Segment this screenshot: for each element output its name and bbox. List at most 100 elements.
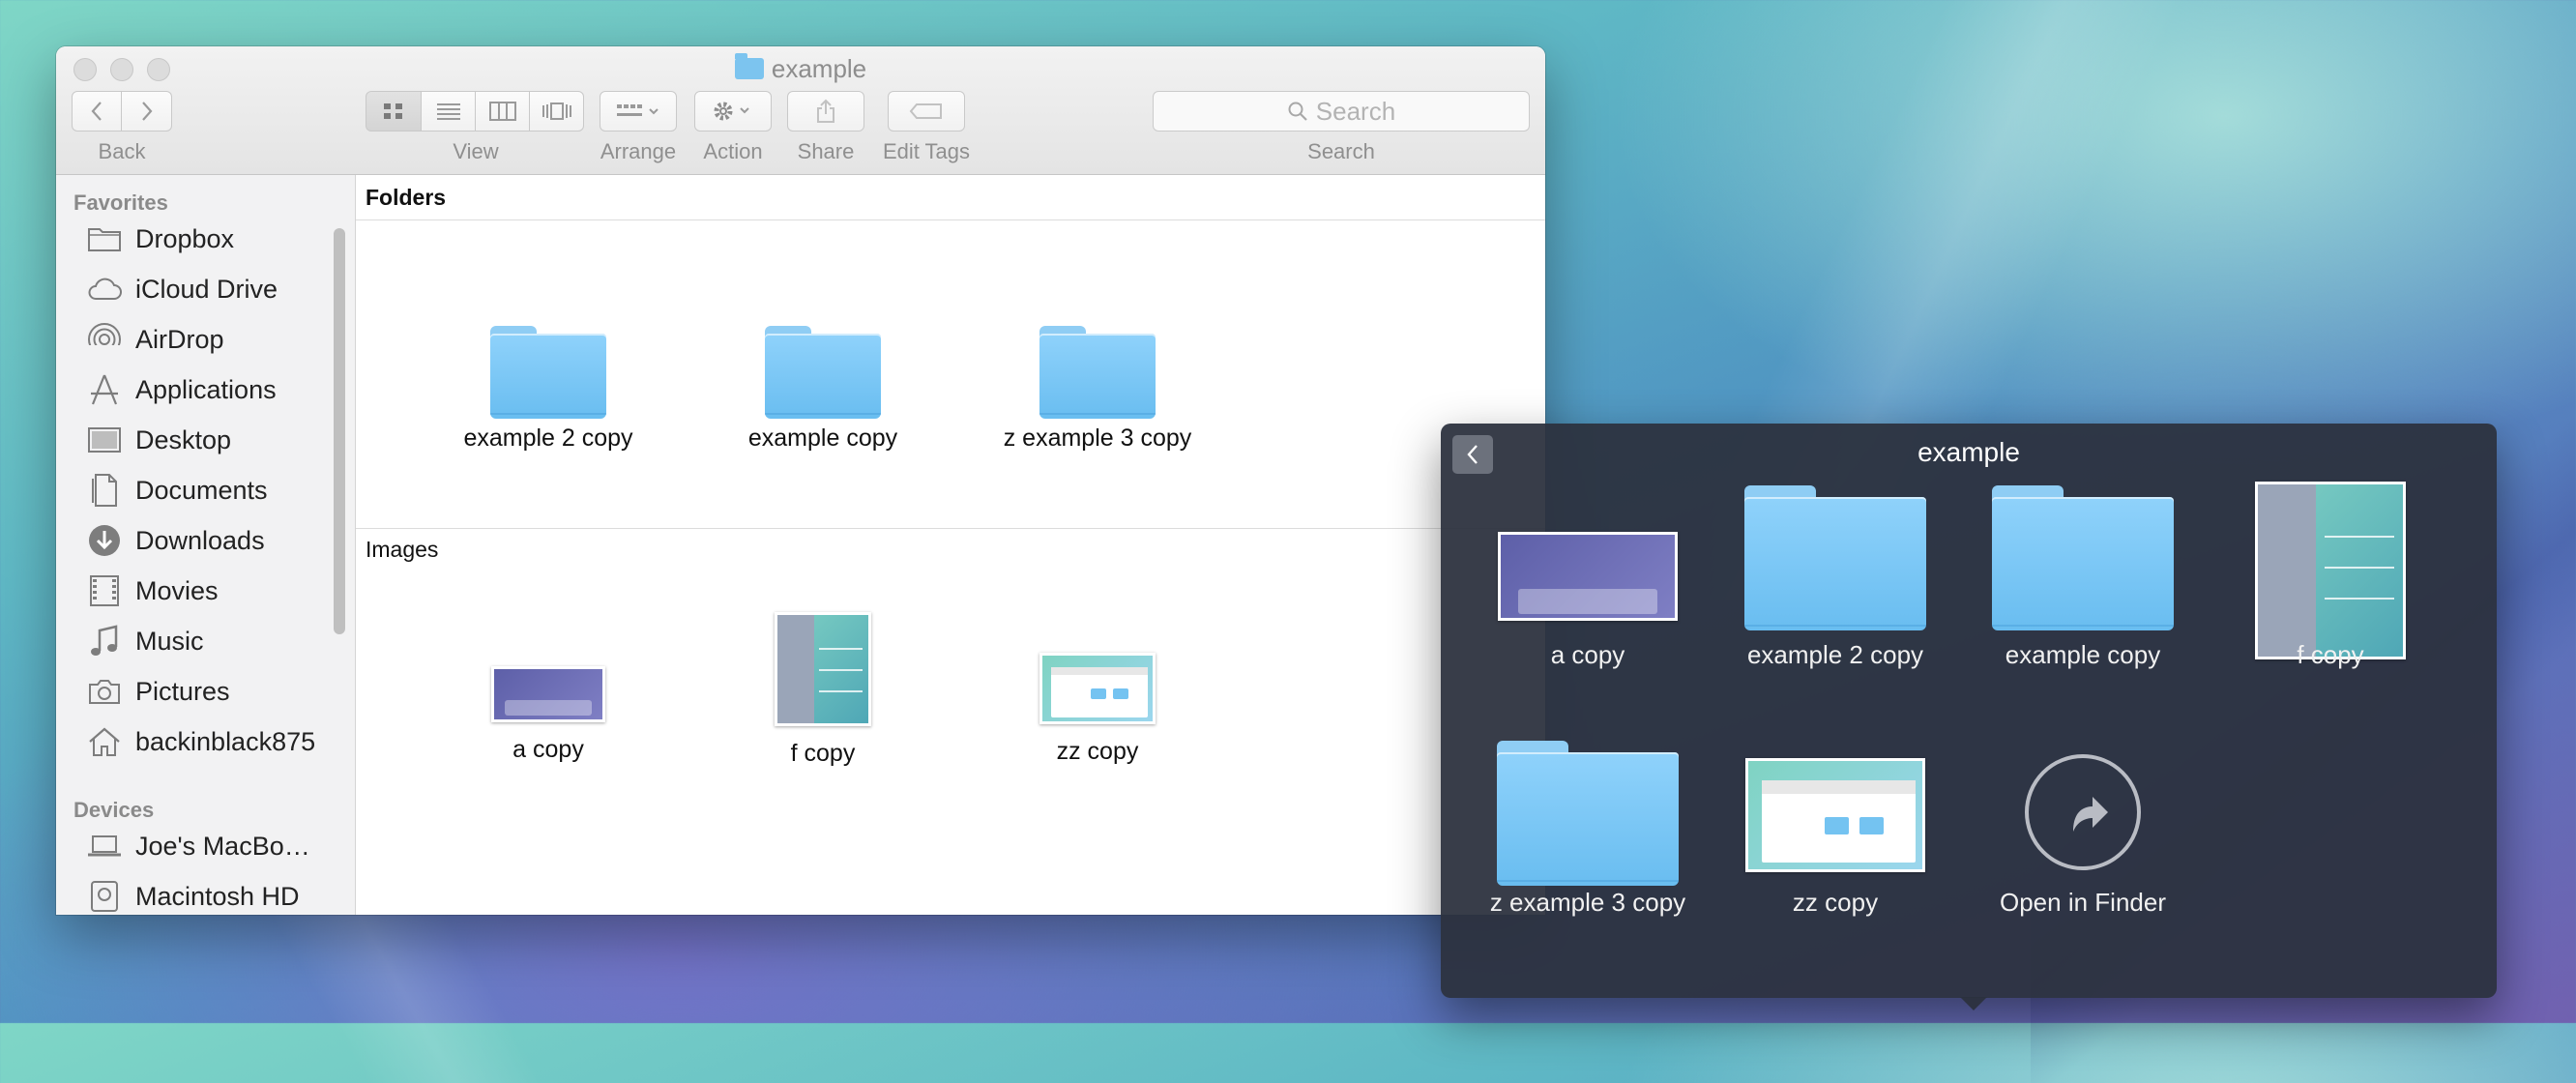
laptop-icon bbox=[87, 829, 122, 863]
action-button[interactable] bbox=[694, 91, 772, 132]
sidebar-item-icloud-drive[interactable]: iCloud Drive bbox=[87, 268, 278, 310]
column-view-button[interactable] bbox=[476, 91, 530, 132]
arrange-icon bbox=[617, 104, 659, 116]
list-view-icon bbox=[436, 103, 460, 120]
arrange-button[interactable] bbox=[600, 91, 677, 132]
stack-pointer bbox=[1960, 997, 1987, 1010]
edit-tags-group bbox=[888, 91, 965, 132]
search-input[interactable]: Search bbox=[1153, 91, 1530, 132]
search-icon bbox=[1288, 102, 1307, 121]
sidebar-item-desktop[interactable]: Desktop bbox=[87, 419, 231, 461]
music-icon bbox=[87, 624, 122, 659]
image-item[interactable]: f copy bbox=[721, 612, 924, 768]
image-item[interactable]: zz copy bbox=[996, 653, 1199, 766]
sidebar-item-dropbox[interactable]: Dropbox bbox=[87, 218, 234, 260]
folder-icon bbox=[87, 221, 122, 256]
image-thumbnail bbox=[1039, 653, 1156, 724]
favorites-heading: Favorites bbox=[73, 190, 168, 215]
finder-window: example Back View Arrange Action Share E… bbox=[56, 46, 1545, 915]
folder-icon bbox=[490, 326, 606, 419]
image-thumbnail bbox=[2255, 482, 2406, 659]
folder-icon bbox=[1744, 485, 1926, 630]
stack-item[interactable]: example 2 copy bbox=[1714, 485, 1956, 679]
image-thumbnail bbox=[775, 612, 871, 726]
list-view-button[interactable] bbox=[422, 91, 476, 132]
back-label: Back bbox=[98, 139, 146, 163]
desktop-icon bbox=[87, 423, 122, 457]
coverflow-view-button[interactable] bbox=[530, 91, 584, 132]
gear-icon bbox=[714, 102, 749, 121]
folder-item[interactable]: z example 3 copy bbox=[996, 326, 1199, 453]
share-button[interactable] bbox=[787, 91, 864, 132]
forward-button[interactable] bbox=[122, 91, 172, 132]
icon-view-icon bbox=[384, 103, 402, 119]
chevron-right-icon bbox=[141, 102, 152, 121]
camera-icon bbox=[87, 674, 122, 709]
image-thumbnail bbox=[1745, 758, 1925, 872]
sidebar-item-applications[interactable]: Applications bbox=[87, 368, 277, 411]
cloud-icon bbox=[87, 272, 122, 307]
sidebar-item-pictures[interactable]: Pictures bbox=[87, 670, 230, 713]
arrange-group bbox=[600, 91, 677, 132]
stack-item[interactable]: f copy bbox=[2210, 482, 2451, 679]
action-group bbox=[694, 91, 772, 132]
folder-icon bbox=[1039, 326, 1156, 419]
folders-heading: Folders bbox=[366, 185, 447, 210]
tag-icon bbox=[909, 103, 942, 119]
folder-icon bbox=[765, 326, 881, 419]
images-section-divider bbox=[356, 528, 1545, 529]
stack-popover: example a copy example 2 copy example co… bbox=[1441, 424, 2497, 998]
sidebar: Favorites Dropbox iCloud Drive AirDrop A… bbox=[56, 175, 356, 915]
back-button[interactable] bbox=[72, 91, 122, 132]
stack-title: example bbox=[1917, 437, 2020, 467]
stack-item[interactable]: zz copy bbox=[1714, 743, 1956, 926]
sidebar-item-macbook[interactable]: Joe's MacBo… bbox=[87, 825, 310, 867]
share-arrow-icon bbox=[2025, 754, 2141, 870]
view-label: View bbox=[453, 139, 499, 163]
open-in-finder-button[interactable]: Open in Finder bbox=[1962, 743, 2204, 926]
stack-item[interactable]: example copy bbox=[1962, 485, 2204, 679]
home-icon bbox=[87, 724, 122, 759]
view-group bbox=[366, 91, 584, 132]
sidebar-item-movies[interactable]: Movies bbox=[87, 570, 219, 612]
sidebar-item-airdrop[interactable]: AirDrop bbox=[87, 318, 224, 361]
stack-item[interactable]: a copy bbox=[1467, 495, 1709, 679]
edit-tags-button[interactable] bbox=[888, 91, 965, 132]
chevron-left-icon bbox=[91, 102, 102, 121]
file-browser: Folders example 2 copy example copy z ex… bbox=[356, 175, 1545, 915]
sidebar-item-macintosh-hd[interactable]: Macintosh HD bbox=[87, 875, 300, 915]
image-item[interactable]: a copy bbox=[447, 666, 650, 764]
downloads-icon bbox=[87, 523, 122, 558]
back-forward-group bbox=[72, 91, 172, 132]
coverflow-view-icon bbox=[542, 102, 571, 120]
toolbar: example Back View Arrange Action Share E… bbox=[56, 46, 1545, 175]
folder-item[interactable]: example 2 copy bbox=[447, 326, 650, 453]
folder-icon bbox=[1992, 485, 2174, 630]
sidebar-item-downloads[interactable]: Downloads bbox=[87, 519, 265, 562]
sidebar-item-music[interactable]: Music bbox=[87, 620, 204, 662]
sidebar-scrollbar[interactable] bbox=[334, 228, 345, 634]
movies-icon bbox=[87, 573, 122, 608]
folder-item[interactable]: example copy bbox=[721, 326, 924, 453]
folder-icon bbox=[1497, 741, 1679, 886]
arrange-label: Arrange bbox=[600, 139, 677, 163]
images-heading: Images bbox=[366, 537, 439, 562]
action-label: Action bbox=[703, 139, 763, 163]
search-label: Search bbox=[1307, 139, 1375, 163]
column-view-icon bbox=[488, 102, 516, 121]
sidebar-item-home[interactable]: backinblack875 bbox=[87, 720, 315, 763]
icon-view-button[interactable] bbox=[366, 91, 422, 132]
disk-icon bbox=[87, 879, 122, 914]
documents-icon bbox=[87, 473, 122, 508]
edit-tags-label: Edit Tags bbox=[882, 139, 971, 163]
sidebar-item-documents[interactable]: Documents bbox=[87, 469, 268, 512]
image-thumbnail bbox=[1498, 532, 1678, 621]
devices-heading: Devices bbox=[73, 798, 155, 822]
share-icon bbox=[817, 99, 834, 123]
share-group bbox=[787, 91, 864, 132]
stack-item[interactable]: z example 3 copy bbox=[1467, 741, 1709, 926]
image-thumbnail bbox=[491, 666, 605, 722]
applications-icon bbox=[87, 372, 122, 407]
share-label: Share bbox=[797, 139, 855, 163]
folder-icon bbox=[734, 53, 764, 79]
